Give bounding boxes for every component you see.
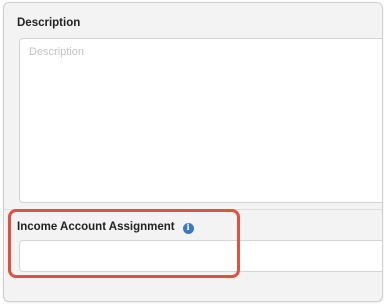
income-account-section: Income Account Assignment i (4, 211, 382, 301)
income-account-select[interactable] (19, 240, 382, 272)
description-textarea[interactable]: Description (19, 38, 382, 203)
income-account-label: Income Account Assignment i (17, 221, 194, 234)
income-account-label-text: Income Account Assignment (17, 221, 175, 233)
description-label: Description (17, 17, 81, 29)
form-panel: Description Description Income Account A… (3, 2, 383, 302)
description-section: Description Description (4, 3, 382, 209)
info-icon[interactable]: i (182, 223, 194, 234)
section-divider (4, 209, 382, 210)
description-placeholder: Description (29, 46, 85, 58)
